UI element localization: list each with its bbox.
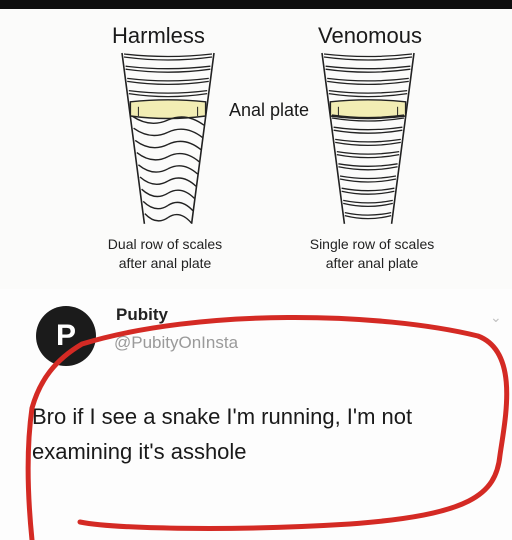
venomous-ventral-scale	[343, 199, 393, 208]
anal-plate-label: Anal plate	[229, 100, 310, 120]
harmless-scale-left	[142, 200, 169, 210]
venomous-ventral-scale	[333, 126, 403, 134]
venomous-ventral-scale	[335, 138, 401, 147]
harmless-ventral-scale	[127, 77, 209, 86]
harmless-scale-right	[167, 140, 202, 151]
harmless-ventral-scale	[125, 65, 211, 73]
venomous-heading: Venomous	[318, 23, 422, 48]
avatar[interactable]: P	[36, 306, 96, 366]
venomous-caption-line-1: Single row of scales	[309, 236, 435, 252]
harmless-heading: Harmless	[112, 23, 205, 48]
venomous-ventral-scale	[328, 89, 408, 98]
harmless-scale-right	[167, 189, 195, 199]
harmless-scale-left	[141, 188, 169, 198]
social-post: P Pubity @PubityOnInsta ⌄ Bro if I see a…	[0, 289, 512, 540]
harmless-scale-right	[167, 177, 197, 187]
snake-scale-diagram: Harmless Venomous Anal plate Dual row of…	[0, 9, 512, 289]
venomous-ventral-scale	[344, 211, 392, 220]
harmless-scale-left	[144, 213, 169, 222]
harmless-ventral-scale	[128, 89, 208, 98]
top-bar	[0, 0, 512, 9]
venomous-ventral-scale	[323, 53, 413, 61]
harmless-scale-left	[133, 127, 169, 137]
chevron-down-icon[interactable]: ⌄	[490, 309, 502, 326]
venomous-caption-line-2: after anal plate	[325, 255, 419, 271]
harmless-scale-left	[139, 176, 169, 185]
harmless-scale-left	[136, 152, 169, 161]
account-handle[interactable]: @PubityOnInsta	[114, 333, 238, 353]
venomous-ventral-scale	[327, 77, 409, 86]
harmless-anal-plate	[129, 99, 207, 120]
harmless-scale-right	[167, 128, 203, 138]
venomous-ventral-scale	[325, 65, 411, 73]
harmless-scale-right	[167, 213, 192, 224]
venomous-ventral-scale	[336, 150, 400, 159]
harmless-scale-left	[137, 164, 169, 173]
venomous-ventral-scale	[338, 163, 398, 171]
account-name[interactable]: Pubity	[116, 305, 168, 325]
harmless-scale-left	[134, 139, 169, 149]
post-text: Bro if I see a snake I'm running, I'm no…	[32, 404, 413, 464]
venomous-ventral-scale	[339, 175, 397, 183]
harmless-caption-line-2: after anal plate	[118, 255, 212, 271]
harmless-caption-line-1: Dual row of scales	[107, 236, 223, 252]
harmless-caption: Dual row of scales after anal plate	[90, 235, 240, 273]
harmless-scale-right	[167, 165, 199, 175]
harmless-scale-right	[167, 152, 200, 163]
pubity-logo-icon: P	[55, 319, 76, 352]
harmless-ventral-scale	[123, 53, 213, 61]
venomous-ventral-scale	[341, 187, 395, 195]
venomous-caption: Single row of scales after anal plate	[294, 235, 450, 273]
harmless-scale-right	[167, 201, 194, 212]
